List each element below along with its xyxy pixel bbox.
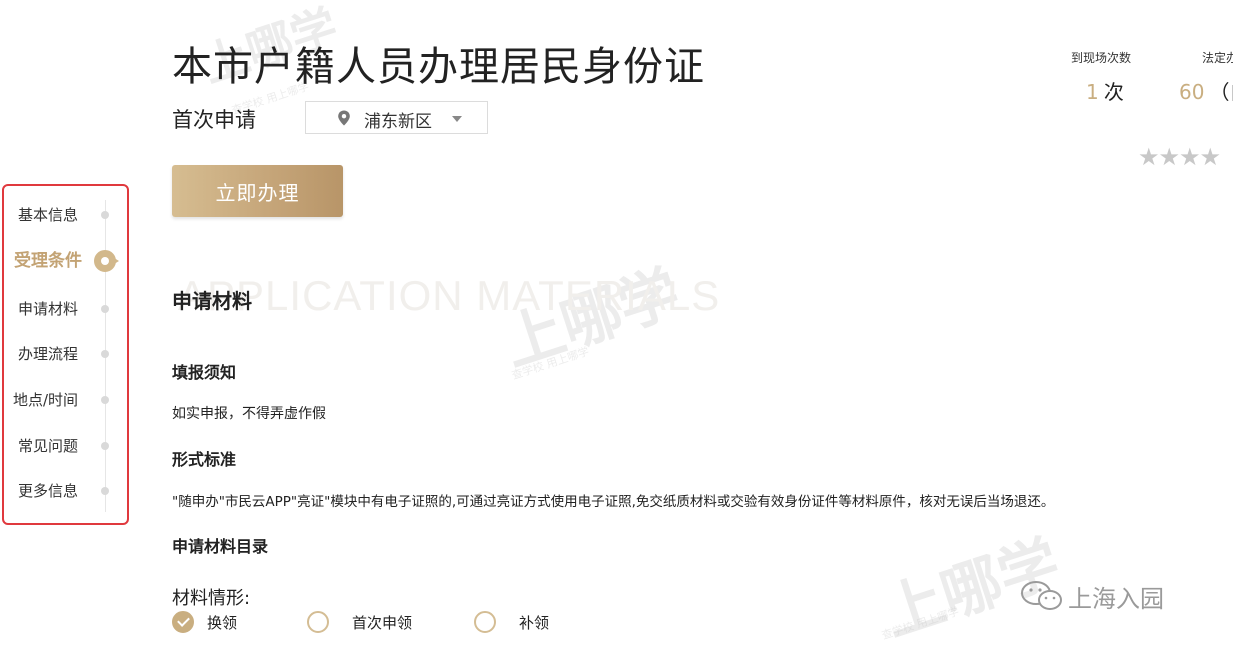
legal-time-number: 60 [1179,80,1205,104]
side-nav: 基本信息 受理条件 申请材料 办理流程 地点/时间 常见问题 更多信息 [2,184,129,525]
nav-item-label: 基本信息 [17,206,78,224]
format-heading: 形式标准 [172,450,237,469]
watermark-sub-mid: 查学校 用上哪学 [510,344,591,383]
visit-count-value: 1 次 [1086,76,1124,105]
radio-label: 首次申领 [352,614,413,632]
radio-label: 换领 [207,614,238,632]
radio-unchecked-icon [307,611,329,633]
nav-item-label: 常见问题 [17,437,78,455]
catalog-heading: 申请材料目录 [172,537,269,556]
nav-dot [101,211,109,219]
visit-count-unit: 次 [1103,80,1124,104]
legal-time-value: 60 （自 [1179,76,1233,105]
apply-type-label: 首次申请 [172,108,256,132]
section-title: 申请材料 [172,289,252,313]
nav-item-label: 申请材料 [17,300,78,318]
nav-item-label: 地点/时间 [12,391,78,409]
fill-notice-text: 如实申报，不得弄虚作假 [172,406,326,422]
chevron-down-icon [452,116,462,122]
visit-count-number: 1 [1086,80,1099,104]
page-title: 本市户籍人员办理居民身份证 [172,44,705,90]
wechat-account-watermark: 上海入园 [1020,578,1200,613]
radio-unchecked-icon [474,611,496,633]
legal-time-unit: （自 [1209,80,1233,104]
nav-item-label: 办理流程 [17,345,78,363]
nav-item-conditions[interactable]: 受理条件 [4,249,124,273]
district-select-value: 浦东新区 [364,112,432,132]
visit-count-label: 到现场次数 [1071,51,1132,65]
nav-dot [101,350,109,358]
nav-item-label: 更多信息 [17,482,78,500]
nav-item-materials[interactable]: 申请材料 [4,297,124,321]
radio-checked-icon [172,611,194,633]
fill-notice-heading: 填报须知 [172,363,237,382]
nav-dot [101,305,109,313]
watermark-sub-bottom: 查学校 用上哪学 [880,604,961,643]
wechat-icon [1021,581,1062,610]
nav-item-label: 受理条件 [14,251,82,271]
nav-dot [101,396,109,404]
nav-dot [101,442,109,450]
nav-item-faq[interactable]: 常见问题 [4,434,124,458]
nav-item-more-info[interactable]: 更多信息 [4,479,124,503]
nav-item-basic-info[interactable]: 基本信息 [4,203,124,227]
apply-now-button[interactable]: 立即办理 [172,165,343,217]
rating-stars: ★★★★ [1138,143,1221,171]
nav-active-marker-icon [94,250,119,272]
nav-item-process[interactable]: 办理流程 [4,342,124,366]
situation-label: 材料情形: [172,588,251,609]
nav-item-location-time[interactable]: 地点/时间 [4,388,124,412]
wechat-account-name: 上海入园 [1068,585,1164,613]
format-text: "随申办"市民云APP"亮证"模块中有电子证照的,可通过亮证方式使用电子证照,免… [172,494,1055,510]
nav-dot [101,487,109,495]
section-bg-text: APPLICATION MATERIALS [178,272,721,319]
district-select[interactable]: 浦东新区 [305,101,488,134]
location-pin-icon [338,110,350,126]
radio-label: 补领 [519,614,550,632]
legal-time-label: 法定办 [1202,51,1233,65]
